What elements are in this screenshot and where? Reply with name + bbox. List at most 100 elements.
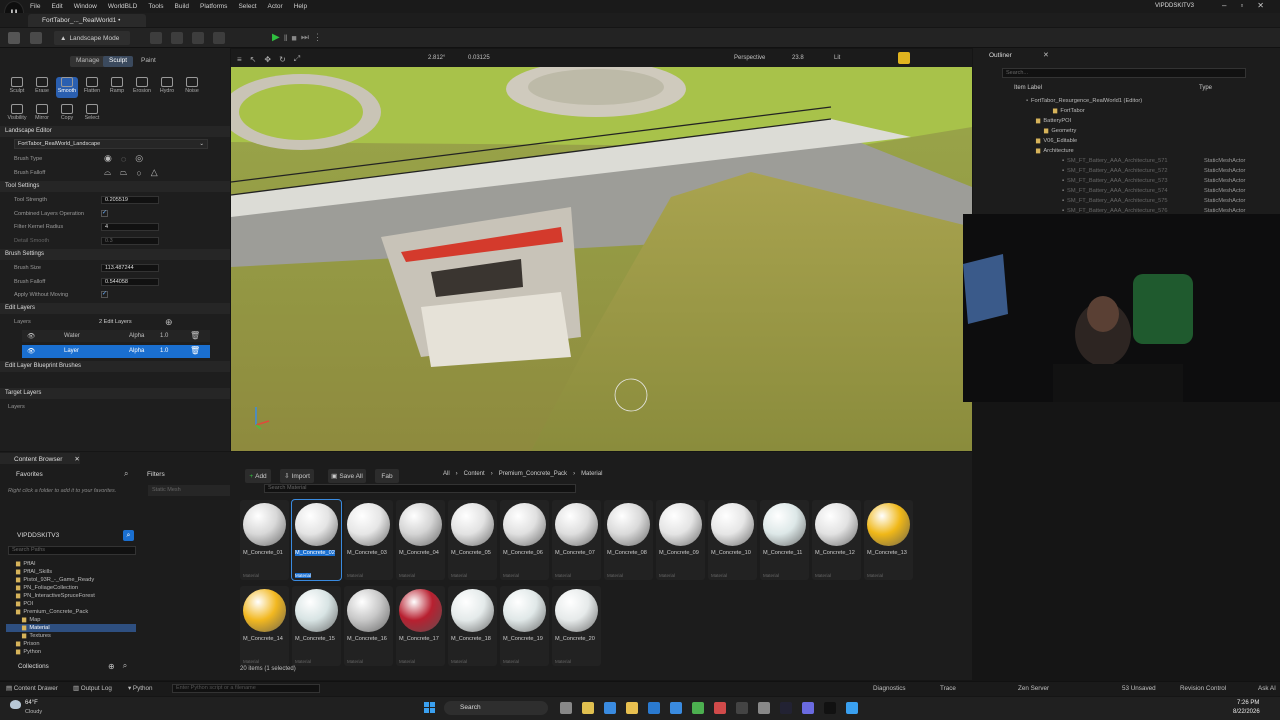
project-tab[interactable]: FortTabor_..._RealWorld1 • bbox=[28, 14, 146, 27]
outliner-row[interactable]: ▪ SM_FT_Battery_AAA_Architecture_572 Stati… bbox=[978, 166, 1274, 176]
tool-erase[interactable]: Erase bbox=[31, 77, 53, 98]
add-button[interactable]: + Add bbox=[245, 469, 271, 483]
taskbar-search[interactable]: Search bbox=[444, 701, 548, 715]
scale-tool-icon[interactable]: ⤢ bbox=[294, 54, 300, 64]
landscape-editor-section[interactable]: Landscape Editor bbox=[0, 126, 230, 137]
folder-row[interactable]: ▆ Map bbox=[6, 616, 136, 624]
menu-item-help[interactable]: Help bbox=[294, 3, 307, 10]
scale-snap[interactable]: 0.03125 bbox=[468, 55, 490, 61]
landscape-selector[interactable]: FortTabor_RealWorld_Landscape ⌄ bbox=[14, 139, 208, 149]
brush-size-field[interactable]: 113.487244 bbox=[101, 264, 159, 272]
outliner-row[interactable]: ▪ SM_FT_Battery_AAA_Architecture_573 Stati… bbox=[978, 176, 1274, 186]
menu-item-platforms[interactable]: Platforms bbox=[200, 3, 227, 10]
outliner-row[interactable]: ▆ BatteryPOI bbox=[978, 116, 1274, 126]
outliner-row[interactable]: ▆ Geometry bbox=[978, 126, 1274, 136]
cb-close-icon[interactable]: ✕ bbox=[74, 456, 79, 463]
mode-selector[interactable]: ▲ Landscape Mode bbox=[54, 31, 130, 45]
skip-icon[interactable]: ⏭ bbox=[301, 32, 309, 43]
tool-strength-field[interactable]: 0.205519 bbox=[101, 196, 159, 204]
falloff-smooth-icon[interactable]: ⌓ bbox=[104, 167, 111, 178]
menu-item-file[interactable]: File bbox=[30, 3, 40, 10]
col-type[interactable]: Type bbox=[1199, 85, 1212, 91]
asset-tile[interactable]: M_Concrete_19 Material bbox=[500, 586, 549, 666]
level-viewport[interactable] bbox=[231, 67, 972, 451]
collections-header[interactable]: Collections bbox=[18, 663, 49, 670]
output-log-button[interactable]: ▥ Output Log bbox=[73, 685, 112, 692]
select-tool-icon[interactable]: ↖ bbox=[250, 55, 257, 64]
asset-tile[interactable]: M_Concrete_10 Material bbox=[708, 500, 757, 580]
folder-row[interactable]: ▆ PN_InteractiveSpruceForest bbox=[6, 592, 136, 600]
layer-alpha-value[interactable]: 1.0 bbox=[160, 348, 168, 354]
folder-row[interactable]: ▆ PffAI_Skills bbox=[6, 568, 136, 576]
combined-layers-checkbox[interactable]: ✓ bbox=[101, 210, 108, 217]
tool-ramp[interactable]: Ramp bbox=[106, 77, 128, 98]
breadcrumb-item[interactable]: Content bbox=[464, 471, 485, 477]
filter-kernel-field[interactable]: 4 bbox=[101, 223, 159, 231]
asset-tile[interactable]: M_Concrete_07 Material bbox=[552, 500, 601, 580]
asset-search-input[interactable]: Search Material bbox=[264, 484, 576, 493]
chrome-icon[interactable] bbox=[692, 702, 704, 714]
edge-icon[interactable] bbox=[604, 702, 616, 714]
asset-tile[interactable]: M_Concrete_03 Material bbox=[344, 500, 393, 580]
asset-tile[interactable]: M_Concrete_11 Material bbox=[760, 500, 809, 580]
menu-item-actor[interactable]: Actor bbox=[268, 3, 283, 10]
asset-tile[interactable]: M_Concrete_16 Material bbox=[344, 586, 393, 666]
blueprint-icon[interactable] bbox=[171, 32, 183, 44]
asset-tile[interactable]: M_Concrete_18 Material bbox=[448, 586, 497, 666]
brush-circle-icon[interactable]: ◉ bbox=[104, 153, 112, 164]
menu-item-tools[interactable]: Tools bbox=[148, 3, 163, 10]
menu-item-window[interactable]: Window bbox=[74, 3, 97, 10]
asset-tile[interactable]: M_Concrete_20 Material bbox=[552, 586, 601, 666]
cinematics-icon[interactable] bbox=[192, 32, 204, 44]
clock-time[interactable]: 7:26 PM bbox=[1237, 700, 1259, 706]
python-command-input[interactable]: Enter Python script or a filename bbox=[172, 684, 320, 693]
close-icon[interactable]: ✕ bbox=[1257, 1, 1264, 10]
menu-item-select[interactable]: Select bbox=[238, 3, 256, 10]
outliner-row[interactable]: ▆ FortTabor bbox=[978, 106, 1274, 116]
ask-ai-button[interactable]: Ask AI bbox=[1258, 685, 1276, 692]
minimize-icon[interactable]: – bbox=[1222, 1, 1226, 10]
build-icon[interactable] bbox=[213, 32, 225, 44]
folder-row[interactable]: ▆ Prison bbox=[6, 640, 136, 648]
outliner-row[interactable]: ▪ SM_FT_Battery_AAA_Architecture_575 Stati… bbox=[978, 196, 1274, 206]
brush-alpha-icon[interactable]: ◌ bbox=[121, 154, 126, 164]
folder-row[interactable]: ▆ Python bbox=[6, 648, 136, 656]
folder-row[interactable]: ▆ Textures bbox=[6, 632, 136, 640]
blueprint-brushes-section[interactable]: Edit Layer Blueprint Brushes bbox=[0, 361, 230, 372]
folder-row[interactable]: ▆ Material bbox=[6, 624, 136, 632]
asset-tile[interactable]: M_Concrete_08 Material bbox=[604, 500, 653, 580]
realtime-icon[interactable] bbox=[898, 52, 910, 64]
asset-tile[interactable]: M_Concrete_05 Material bbox=[448, 500, 497, 580]
fov-value[interactable]: 23.8 bbox=[792, 55, 804, 61]
python-selector[interactable]: ▾ Python bbox=[128, 685, 153, 692]
more-options-icon[interactable]: ⋮ bbox=[313, 32, 322, 43]
tool-visibility[interactable]: Visibility bbox=[6, 104, 28, 125]
move-tool-icon[interactable]: ✥ bbox=[264, 55, 271, 64]
layer-eye-icon[interactable]: 👁 bbox=[27, 332, 35, 340]
tool-noise[interactable]: Noise bbox=[181, 77, 203, 98]
outliner-row[interactable]: ▆ V06_Editable bbox=[978, 136, 1274, 146]
asset-tile[interactable]: M_Concrete_02 Material bbox=[291, 499, 342, 581]
filters-header[interactable]: Filters bbox=[147, 471, 165, 478]
outliner-row[interactable]: ▪ FortTabor_Resurgence_RealWorld1 (Editor… bbox=[978, 96, 1274, 106]
apply-without-moving-checkbox[interactable]: ✓ bbox=[101, 291, 108, 298]
outliner-row[interactable]: ▪ SM_FT_Battery_AAA_Architecture_574 Stati… bbox=[978, 186, 1274, 196]
layer-alpha-value[interactable]: 1.0 bbox=[160, 333, 168, 339]
add-layer-icon[interactable]: ⊕ bbox=[165, 317, 173, 328]
lit-button[interactable]: Lit bbox=[834, 55, 840, 61]
root-folder[interactable]: VIPDDSKITV3 bbox=[17, 532, 59, 539]
pause-icon[interactable]: ‖ bbox=[284, 33, 288, 43]
outliner-close-icon[interactable]: ✕ bbox=[1043, 51, 1049, 59]
outliner-row[interactable]: ▆ Architecture bbox=[978, 146, 1274, 156]
rotation-snap[interactable]: 2.812° bbox=[428, 55, 445, 61]
menu-icon[interactable]: ≡ bbox=[237, 55, 242, 64]
filter-chip[interactable]: Static Mesh bbox=[148, 485, 230, 496]
asset-tile[interactable]: M_Concrete_04 Material bbox=[396, 500, 445, 580]
menu-item-build[interactable]: Build bbox=[175, 3, 189, 10]
tab-paint[interactable]: Paint bbox=[135, 56, 162, 67]
asset-tile[interactable]: M_Concrete_14 Material bbox=[240, 586, 289, 666]
store-icon[interactable] bbox=[648, 702, 660, 714]
folder-row[interactable]: ▆ Premium_Concrete_Pack bbox=[6, 608, 136, 616]
delete-layer-icon[interactable]: 🗑 bbox=[190, 346, 200, 355]
content-drawer-button[interactable]: ▤ Content Drawer bbox=[6, 685, 58, 692]
